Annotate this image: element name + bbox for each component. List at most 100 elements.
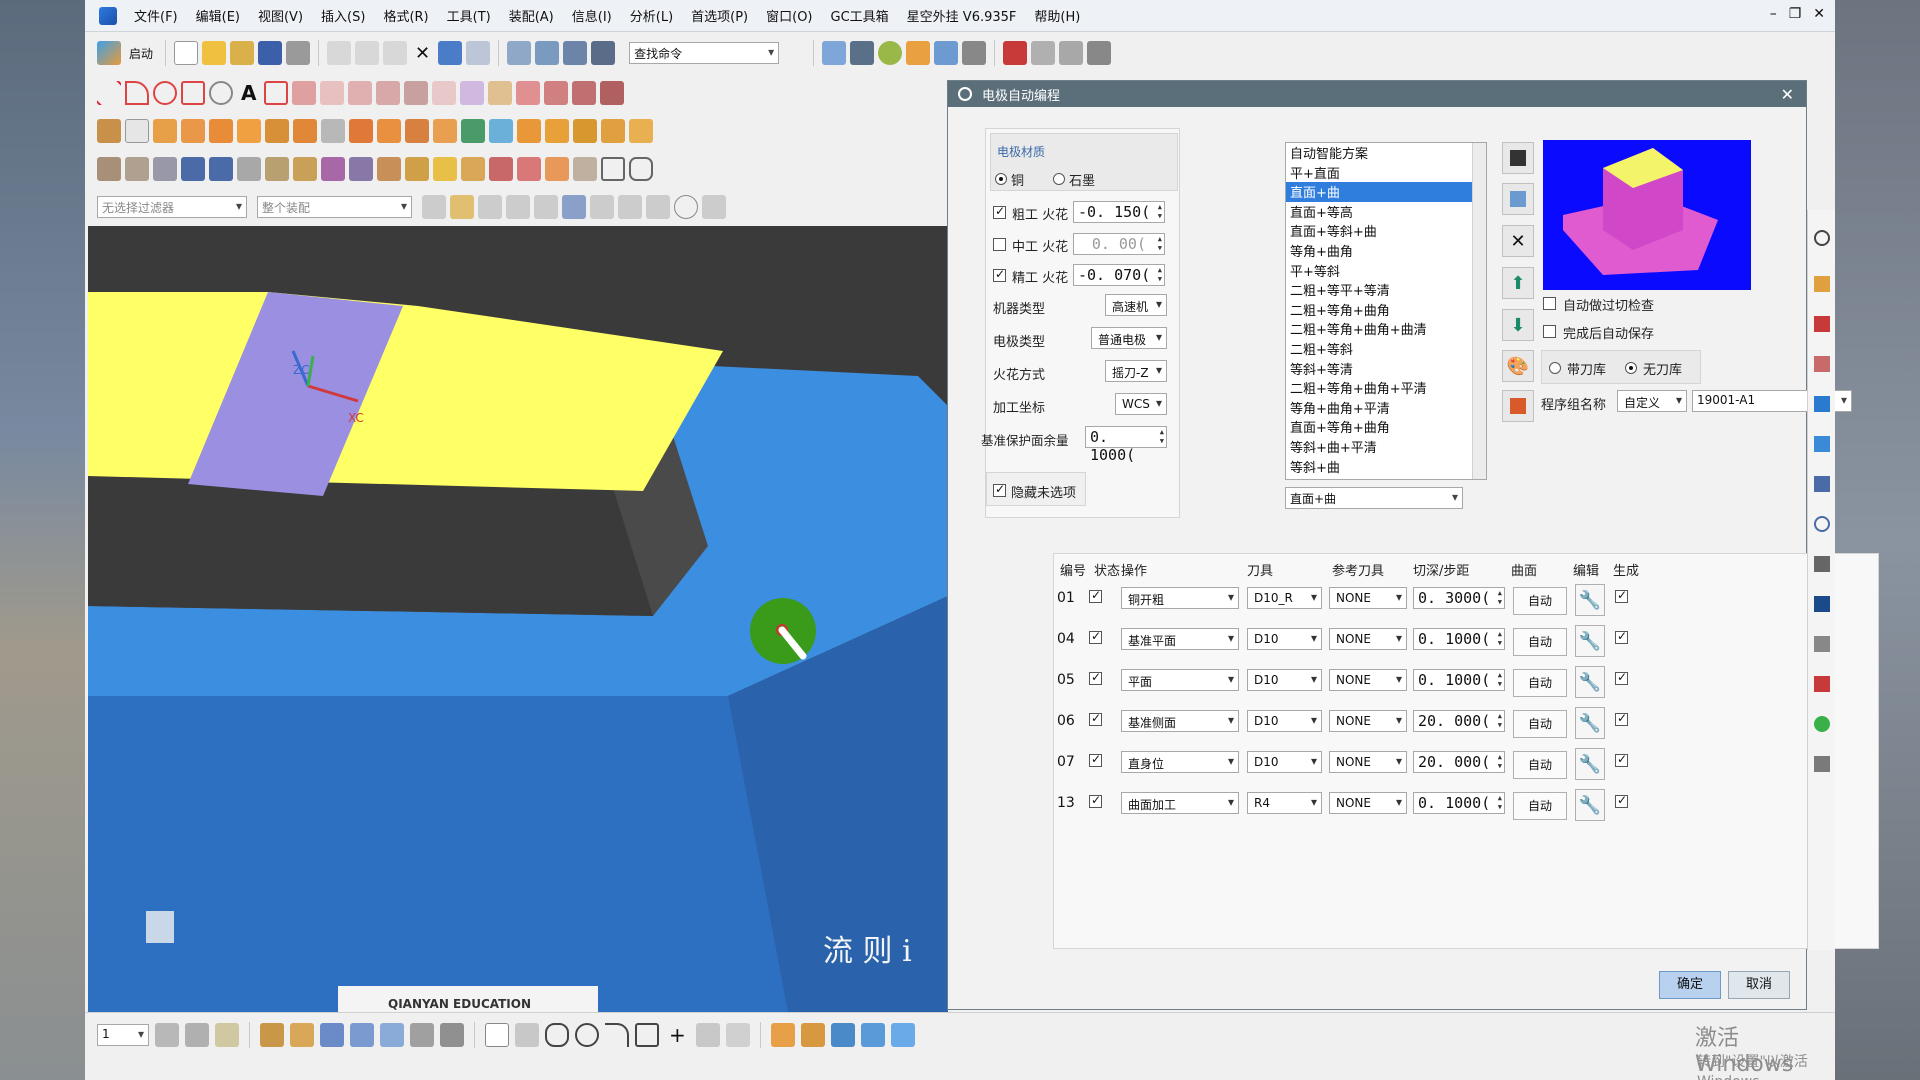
recent-icon[interactable]	[230, 41, 255, 65]
location-icon[interactable]	[1813, 716, 1830, 732]
fit-view-icon[interactable]	[822, 41, 847, 65]
center-point-icon[interactable]	[674, 195, 698, 219]
program-group-mode-dropdown[interactable]: 自定义	[1617, 390, 1687, 412]
web-browser-icon[interactable]	[1813, 436, 1830, 452]
trim-icon[interactable]	[348, 81, 373, 105]
copper-radio[interactable]	[995, 173, 1007, 185]
assembly-nav-icon[interactable]	[1813, 276, 1830, 292]
circle-tool-icon[interactable]	[575, 1022, 599, 1047]
row-edit-button[interactable]: 🔧	[1575, 584, 1605, 616]
find-command-input[interactable]: 查找命令	[629, 42, 780, 64]
delete-scheme-button[interactable]: ✕	[1502, 225, 1534, 257]
mirror-curve-icon[interactable]	[432, 81, 457, 105]
list-item[interactable]: 等斜+等清	[1286, 359, 1486, 379]
point-icon[interactable]	[320, 1022, 344, 1047]
select-body-icon[interactable]	[534, 195, 558, 219]
menu-window[interactable]: 窗口(O)	[757, 6, 821, 25]
row-edit-button[interactable]: 🔧	[1575, 666, 1605, 698]
datum-plane-icon[interactable]	[125, 119, 149, 143]
row-tool-dropdown[interactable]: D10_R	[1247, 587, 1322, 609]
row-generate-checkbox[interactable]	[1615, 670, 1628, 685]
resize-icon[interactable]	[265, 157, 289, 181]
start-label[interactable]: 启动	[125, 45, 157, 62]
divide-curve-icon[interactable]	[488, 81, 513, 105]
row-edit-button[interactable]: 🔧	[1575, 748, 1605, 780]
list-item-selected[interactable]: 直面+曲	[1286, 182, 1486, 202]
roles-icon[interactable]	[1813, 596, 1830, 612]
intersection-point-icon[interactable]	[702, 195, 726, 219]
copy-icon[interactable]	[355, 41, 380, 65]
trim-body-icon[interactable]	[573, 119, 597, 143]
extrude-bottom-icon[interactable]	[770, 1022, 795, 1047]
mirror-body-icon[interactable]	[545, 157, 569, 181]
row-ref-tool-dropdown[interactable]: NONE	[1329, 751, 1407, 773]
unite-icon[interactable]	[489, 119, 513, 143]
list-item[interactable]: 等斜+曲	[1286, 457, 1486, 477]
unite-bottom-icon[interactable]	[830, 1022, 855, 1047]
replace-face-icon[interactable]	[153, 157, 177, 181]
measure-distance-icon[interactable]	[440, 1022, 464, 1047]
palette-button[interactable]: 🎨	[1502, 350, 1534, 382]
sew-icon[interactable]	[461, 157, 485, 181]
row-depth-input[interactable]: 20. 000(	[1413, 710, 1505, 732]
row-generate-checkbox[interactable]	[1615, 793, 1628, 808]
csys-icon[interactable]	[410, 1022, 434, 1047]
menu-insert[interactable]: 插入(S)	[312, 6, 374, 25]
row-status-checkbox[interactable]	[1089, 670, 1102, 685]
open-folder-icon[interactable]	[202, 41, 227, 65]
project-curve-icon[interactable]	[404, 81, 429, 105]
patch-icon[interactable]	[489, 157, 513, 181]
machine-type-dropdown[interactable]: 高速机	[1105, 294, 1167, 316]
extrude-icon[interactable]	[153, 119, 177, 143]
arc-icon[interactable]	[125, 81, 149, 105]
row-tool-dropdown[interactable]: D10	[1247, 669, 1322, 691]
curve-tool-icon[interactable]	[545, 1022, 569, 1047]
layer-dropdown[interactable]: 1	[97, 1023, 149, 1046]
row-generate-checkbox[interactable]	[1615, 588, 1628, 603]
without-tool-library-radio[interactable]	[1625, 362, 1637, 374]
cancel-button[interactable]: 取消	[1728, 971, 1790, 999]
list-item[interactable]: 二粗+等斜	[1286, 339, 1486, 359]
list-item[interactable]: 直面+等斜+曲	[1286, 221, 1486, 241]
move-up-button[interactable]: ⬆	[1502, 267, 1534, 299]
filter-dropdown[interactable]: 无选择过滤器	[97, 196, 247, 218]
clock-icon[interactable]	[1813, 516, 1830, 532]
move-right-icon[interactable]	[209, 157, 233, 181]
history-icon[interactable]	[1813, 476, 1830, 492]
row-edit-button[interactable]: 🔧	[1575, 789, 1605, 821]
fine-spark-checkbox[interactable]	[993, 267, 1006, 282]
row-surface-button[interactable]: 自动	[1513, 710, 1567, 738]
row-surface-button[interactable]: 自动	[1513, 669, 1567, 697]
move-left-icon[interactable]	[181, 157, 205, 181]
sphere-feature-icon[interactable]	[293, 119, 317, 143]
row-edit-button[interactable]: 🔧	[1575, 707, 1605, 739]
paste-icon[interactable]	[383, 41, 408, 65]
extract-body-icon[interactable]	[517, 157, 541, 181]
touch-mode-icon[interactable]	[535, 41, 560, 65]
slot-icon[interactable]	[433, 119, 457, 143]
layer-icon[interactable]	[906, 41, 931, 65]
dialog-close-icon[interactable]: ✕	[1781, 85, 1794, 104]
reuse-library-icon[interactable]	[1813, 396, 1830, 412]
spark-mode-dropdown[interactable]: 摇刀-Z	[1105, 360, 1167, 382]
extract-curve-icon[interactable]	[460, 81, 485, 105]
list-item[interactable]: 平+直面	[1286, 163, 1486, 183]
menu-file[interactable]: 文件(F)	[125, 6, 187, 25]
row-ref-tool-dropdown[interactable]: NONE	[1329, 710, 1407, 732]
row-surface-button[interactable]: 自动	[1513, 628, 1567, 656]
with-tool-library-radio[interactable]	[1549, 362, 1561, 374]
menu-assembly[interactable]: 装配(A)	[500, 6, 563, 25]
ok-button[interactable]: 确定	[1659, 971, 1721, 999]
sync-model-icon[interactable]	[97, 157, 121, 181]
list-item[interactable]: 直面+等角+曲角	[1286, 417, 1486, 437]
sphere-icon[interactable]	[878, 41, 903, 65]
rough-spark-checkbox[interactable]	[993, 204, 1006, 219]
window-arrange-icon[interactable]	[563, 41, 588, 65]
edge-blend-icon[interactable]	[629, 119, 653, 143]
settings-gear-icon[interactable]	[1813, 230, 1830, 246]
menu-format[interactable]: 格式(R)	[374, 6, 437, 25]
list-item[interactable]: 直面+等高	[1286, 202, 1486, 222]
rough-spark-input[interactable]: -0. 150(	[1073, 201, 1165, 223]
settings-icon[interactable]	[1087, 41, 1112, 65]
thicken-icon[interactable]	[349, 157, 373, 181]
